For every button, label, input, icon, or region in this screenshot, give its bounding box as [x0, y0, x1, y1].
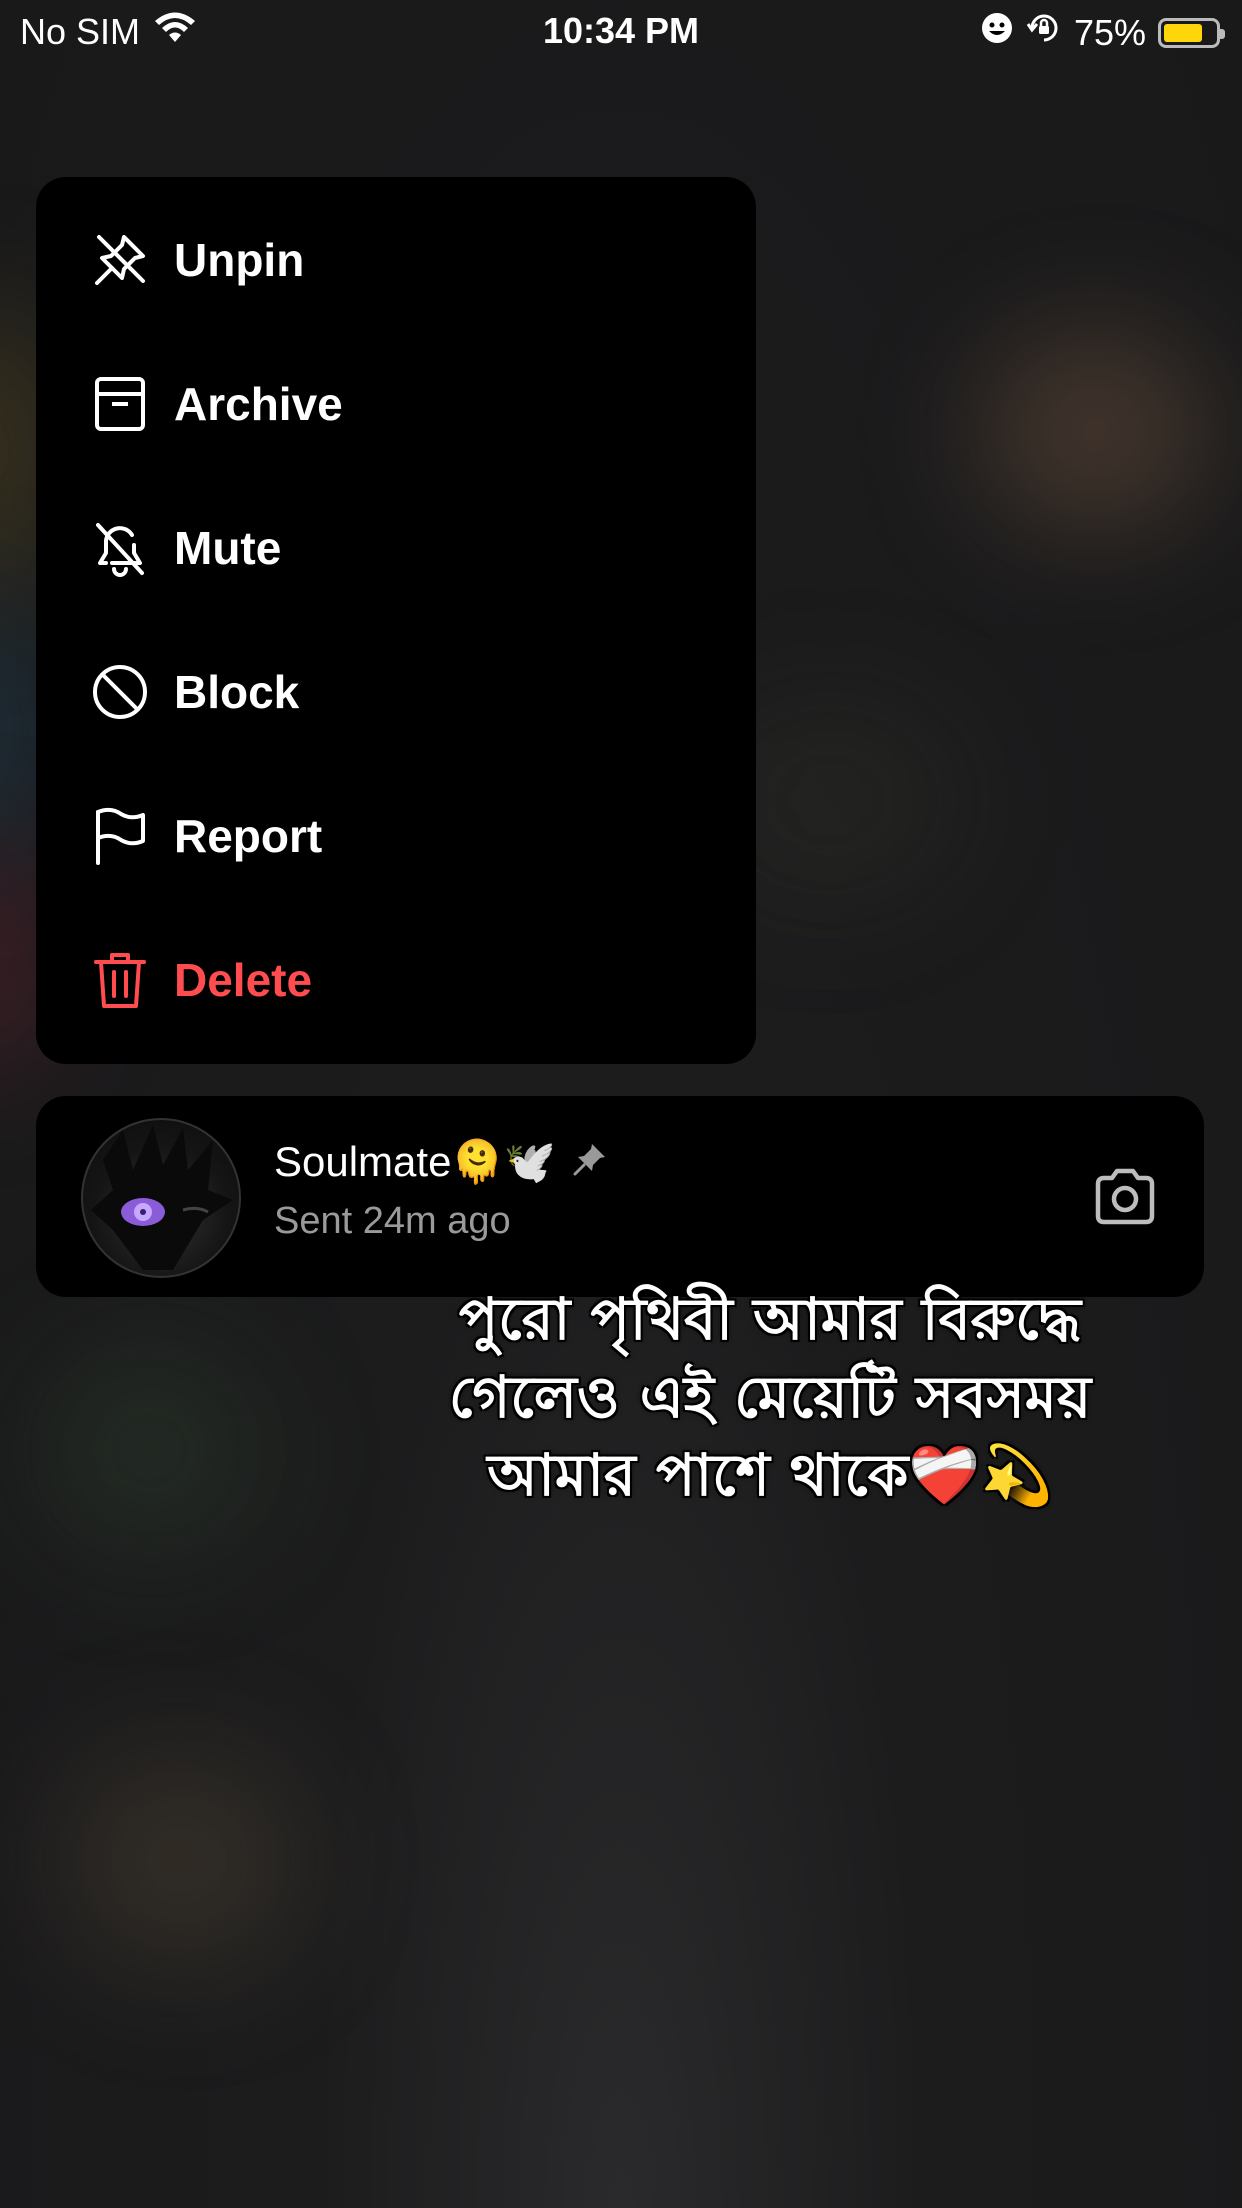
menu-item-label: Block — [174, 666, 300, 718]
pin-icon — [572, 1139, 608, 1187]
menu-item-label: Unpin — [174, 234, 305, 286]
chat-status: Sent 24m ago — [274, 1200, 511, 1242]
menu-item-unpin[interactable]: Unpin — [36, 200, 756, 320]
camera-icon[interactable] — [1092, 1164, 1158, 1230]
mute-icon — [90, 518, 150, 578]
chat-thread-row[interactable]: Soulmate🫠🕊️ Sent 24m ago — [36, 1096, 1204, 1297]
menu-item-archive[interactable]: Archive — [36, 344, 756, 464]
avatar[interactable] — [81, 1118, 241, 1278]
unpin-icon — [90, 230, 150, 290]
overlay-caption: পুরো পৃথিবী আমার বিরুদ্ধে গেলেও এই মেয়ে… — [448, 1285, 1092, 1509]
menu-item-mute[interactable]: Mute — [36, 488, 756, 608]
archive-icon — [90, 374, 150, 434]
orientation-lock-icon — [1026, 10, 1062, 55]
menu-item-delete[interactable]: Delete — [36, 920, 756, 1040]
menu-item-label: Mute — [174, 522, 282, 574]
context-menu: Unpin Archive Mute Block Report Delete — [36, 177, 756, 1064]
battery-icon — [1158, 17, 1225, 48]
menu-item-block[interactable]: Block — [36, 632, 756, 752]
menu-item-report[interactable]: Report — [36, 776, 756, 896]
flag-icon — [90, 806, 150, 866]
chat-name: Soulmate🫠🕊️ — [274, 1138, 557, 1185]
menu-item-label: Report — [174, 810, 323, 862]
status-bar: No SIM 10:34 PM 75% — [0, 0, 1242, 62]
face-icon — [980, 11, 1014, 54]
battery-percent: 75% — [1073, 11, 1146, 53]
block-icon — [90, 662, 150, 722]
menu-item-label: Archive — [174, 378, 343, 430]
chat-name-row: Soulmate🫠🕊️ — [274, 1138, 608, 1187]
trash-icon — [90, 950, 150, 1010]
menu-item-label: Delete — [174, 954, 313, 1006]
